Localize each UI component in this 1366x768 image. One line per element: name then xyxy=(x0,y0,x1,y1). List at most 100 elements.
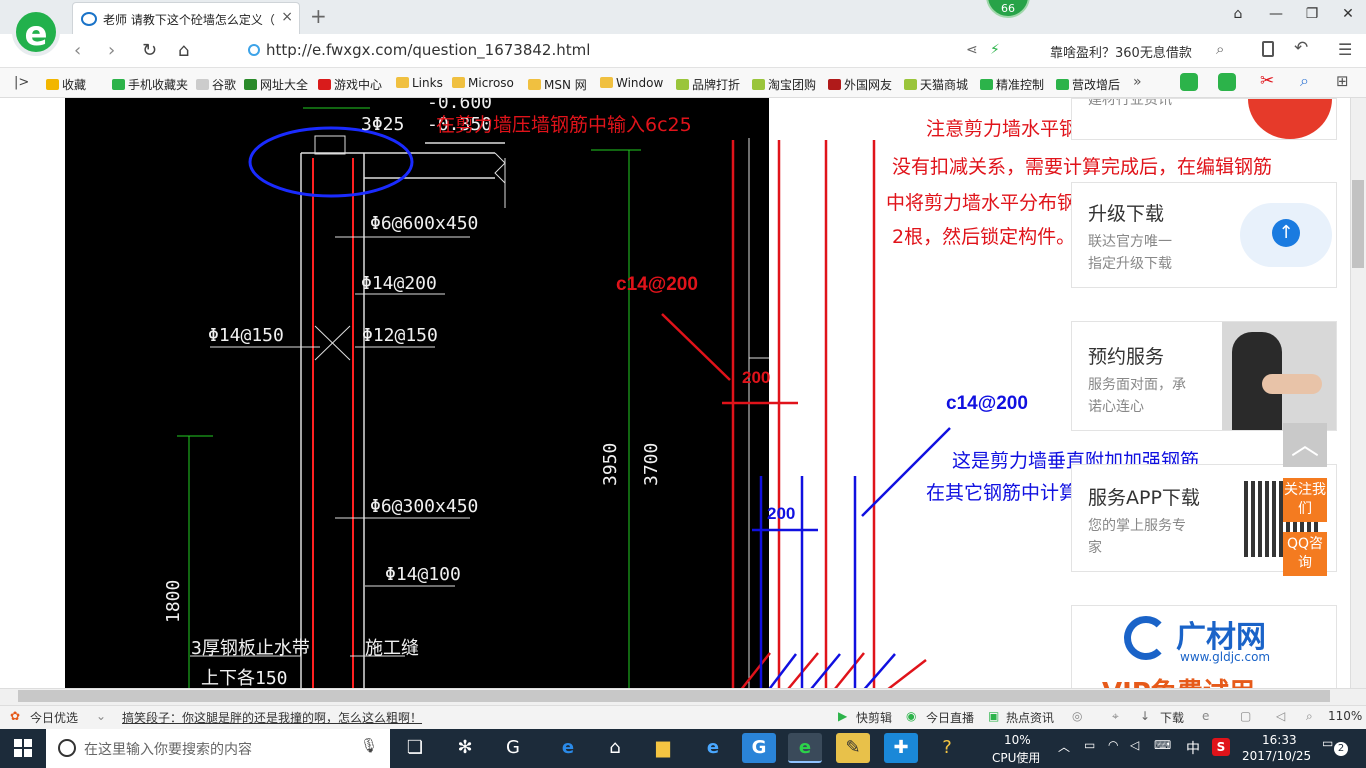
home-icon[interactable]: ⌂ xyxy=(178,40,189,61)
shield-icon[interactable] xyxy=(1180,73,1198,91)
new-tab-button[interactable]: + xyxy=(310,4,327,28)
bookmark-item[interactable]: 游戏中心 xyxy=(318,76,382,93)
bookmark-item[interactable]: Links xyxy=(396,76,443,90)
bookmark-item[interactable]: Window xyxy=(600,76,663,90)
find-icon[interactable]: ⌕ xyxy=(1300,71,1309,91)
bookmark-item[interactable]: Microso xyxy=(452,76,514,90)
bookmark-item[interactable]: 收藏 xyxy=(46,76,86,93)
bookmark-icon xyxy=(318,79,331,90)
news-link[interactable]: 搞笑段子：你这腿是胖的还是我撞的啊，怎么这么粗啊！ xyxy=(122,709,422,726)
zoom-level[interactable]: 110% xyxy=(1328,709,1362,723)
forward-icon[interactable]: › xyxy=(108,40,115,61)
bookmark-icon xyxy=(600,77,613,88)
bookmark-label: 谷歌 xyxy=(212,78,237,92)
live-link[interactable]: 今日直播 xyxy=(926,709,974,726)
bookmark-item[interactable]: 营改增后 xyxy=(1056,76,1120,93)
volume-icon[interactable]: ◁ xyxy=(1276,709,1285,723)
tab-title: 老师 请教下这个砼墙怎么定义（ xyxy=(103,13,275,27)
notes-icon[interactable]: ✎ xyxy=(836,733,870,763)
back-to-top-button[interactable]: ︿ xyxy=(1283,423,1327,467)
brand-card[interactable]: 广材网 www.gldjc.com VIP免费试用 xyxy=(1071,605,1337,689)
ie-icon[interactable]: e xyxy=(1202,709,1209,723)
apps-icon[interactable]: ⊞ xyxy=(1336,72,1349,90)
minimize-button[interactable]: — xyxy=(1262,6,1290,22)
browser-logo[interactable]: e xyxy=(12,8,60,56)
chevron-down-icon[interactable]: ⌄ xyxy=(96,709,106,723)
bookmark-label: MSN 网 xyxy=(544,78,587,92)
keyboard-icon[interactable]: ⌨ xyxy=(1154,738,1171,752)
wifi-icon[interactable]: ◠ xyxy=(1108,738,1118,752)
share-icon[interactable]: ⋖ xyxy=(966,42,978,58)
undo-icon[interactable]: ↶ xyxy=(1294,38,1308,58)
speaker-icon[interactable]: ◁ xyxy=(1130,738,1139,752)
store-icon[interactable]: ⌂ xyxy=(598,733,632,763)
back-icon[interactable]: ‹ xyxy=(74,40,81,61)
folder-icon[interactable]: ▆ xyxy=(646,733,680,763)
bookmark-label: 外国网友 xyxy=(844,78,893,92)
address-bar[interactable]: http://e.fwxgx.com/question_1673842.html xyxy=(248,41,590,59)
bolt-icon[interactable]: ⚡ xyxy=(990,42,1000,58)
translate-icon[interactable] xyxy=(1218,73,1236,91)
today-pick-label[interactable]: 今日优选 xyxy=(30,709,78,726)
battery-icon[interactable]: ▭ xyxy=(1084,738,1095,752)
bookmark-item[interactable]: 淘宝团购 xyxy=(752,76,816,93)
window-icon[interactable]: ▢ xyxy=(1240,709,1251,723)
service-card[interactable]: 预约服务 服务面对面，承 诺心连心 xyxy=(1071,321,1337,431)
tab-active[interactable]: 老师 请教下这个砼墙怎么定义（ × xyxy=(72,2,300,34)
clock-date[interactable]: 2017/10/25 xyxy=(1242,749,1311,763)
start-button[interactable] xyxy=(14,739,32,757)
speed-icon[interactable]: ◎ xyxy=(1072,709,1082,723)
search-box[interactable]: 靠啥盈利？360无息借款 xyxy=(1050,42,1192,61)
ime-indicator[interactable]: 中 xyxy=(1186,738,1200,758)
hot-news-link[interactable]: 热点资讯 xyxy=(1006,709,1054,726)
bookmark-item[interactable]: 外国网友 xyxy=(828,76,892,93)
glodon-icon[interactable]: G xyxy=(742,733,776,763)
kuaijianji-link[interactable]: 快剪辑 xyxy=(856,709,892,726)
ad-card[interactable]: 建材行业资讯 xyxy=(1071,98,1337,140)
download-link[interactable]: 下载 xyxy=(1160,709,1184,726)
bookmark-item[interactable]: 谷歌 xyxy=(196,76,236,93)
follow-button[interactable]: 关注我们 xyxy=(1283,478,1327,522)
bookmark-item[interactable]: MSN 网 xyxy=(528,76,587,93)
task-view-icon[interactable]: ❏ xyxy=(398,733,432,763)
ie-taskbar-icon[interactable]: e xyxy=(696,733,730,763)
more-bookmarks[interactable]: » xyxy=(1133,74,1142,90)
browser-360-icon[interactable]: e xyxy=(788,733,822,763)
bookmark-item[interactable]: 天猫商城 xyxy=(904,76,968,93)
bookmark-item[interactable]: 品牌打折 xyxy=(676,76,740,93)
edge-icon[interactable]: e xyxy=(551,733,585,763)
bookmark-item[interactable]: 手机收藏夹 xyxy=(112,76,188,93)
skin-icon[interactable]: ⌂ xyxy=(1224,6,1252,22)
bookmark-item[interactable]: 精准控制 xyxy=(980,76,1044,93)
plus-app-icon[interactable]: ✚ xyxy=(884,733,918,763)
zoom-icon[interactable]: ⌕ xyxy=(1306,709,1313,724)
pin-icon[interactable]: ⌖ xyxy=(1112,709,1119,724)
phone-icon[interactable] xyxy=(1262,41,1274,57)
tab-close-icon[interactable]: × xyxy=(281,9,293,25)
menu-icon[interactable]: ☰ xyxy=(1338,40,1352,59)
close-button[interactable]: ✕ xyxy=(1334,6,1362,22)
tray-chevron-icon[interactable]: ︿ xyxy=(1058,738,1070,755)
qq-consult-button[interactable]: QQ咨询 xyxy=(1283,532,1327,576)
upgrade-card[interactable]: 升级下载 联达官方唯一 指定升级下载 ↑ xyxy=(1071,182,1337,288)
brand-logo-icon xyxy=(1124,616,1168,660)
bookmark-item[interactable]: 网址大全 xyxy=(244,76,308,93)
search-icon[interactable]: ⌕ xyxy=(1216,40,1224,58)
refresh-icon[interactable]: ↻ xyxy=(142,40,157,61)
scissors-icon[interactable]: ✂ xyxy=(1260,71,1274,91)
horizontal-scroll-thumb[interactable] xyxy=(18,690,1330,702)
bookmark-label: 精准控制 xyxy=(996,78,1045,92)
mic-icon[interactable]: 🎙 xyxy=(360,738,378,754)
annotation-red: 没有扣减关系，需要计算完成后，在编辑钢筋 xyxy=(892,156,1273,178)
sogou-icon[interactable]: S xyxy=(1212,738,1230,756)
maximize-button[interactable]: ❐ xyxy=(1298,6,1326,22)
url-text: http://e.fwxgx.com/question_1673842.html xyxy=(266,41,591,59)
vertical-scroll-thumb[interactable] xyxy=(1352,180,1364,268)
fan-app-icon[interactable]: ✻ xyxy=(448,733,482,763)
taskbar-search[interactable]: 在这里输入你要搜索的内容 🎙 xyxy=(46,729,390,768)
help-app-icon[interactable]: ? xyxy=(930,733,964,763)
notification-center-icon[interactable]: ▭ 2 xyxy=(1322,736,1348,760)
g-app-icon[interactable]: G xyxy=(496,733,530,763)
sidebar-toggle-icon[interactable]: |> xyxy=(14,75,29,90)
clock-time[interactable]: 16:33 xyxy=(1262,733,1297,747)
